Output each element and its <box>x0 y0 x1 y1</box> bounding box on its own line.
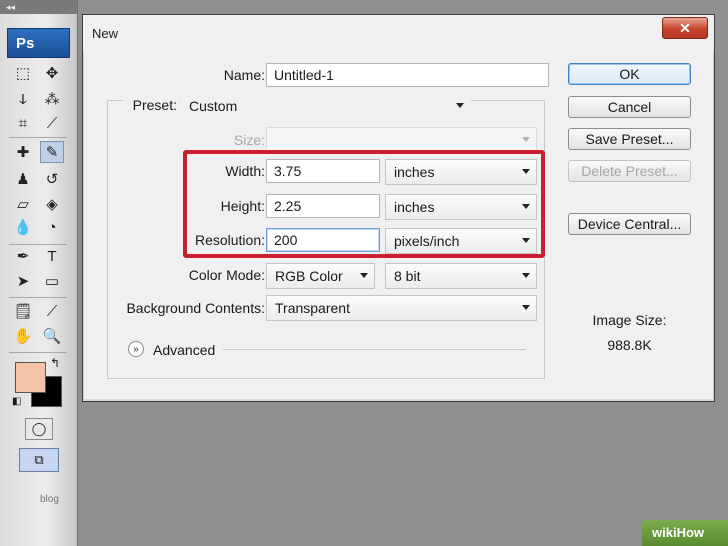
crop-icon[interactable]: ⌗ <box>11 112 35 134</box>
chevron-down-icon <box>360 273 368 278</box>
background-contents-label: Background Contents: <box>126 300 265 316</box>
foreground-color-swatch[interactable] <box>15 362 46 393</box>
new-document-dialog: New ✕ Name: Untitled-1 Preset: Custom Si… <box>82 14 715 402</box>
color-mode-label: Color Mode: <box>188 267 265 283</box>
size-label: Size: <box>233 132 265 148</box>
tools-panel: ◂◂ Ps ⬚ ✥ ↆ ⁂ ⌗ ⟋ ✚ ✎ ♟ ↺ ▱ ◈ 💧 ◔ ✒ T ➤ ▭ 🗒 ⟋ ✋ 🔍 ↰ ◧ ◯ ⧉ blo… <box>0 0 78 546</box>
color-mode-select[interactable]: RGB Color <box>266 263 375 289</box>
shape-icon[interactable]: ▭ <box>40 270 64 292</box>
image-size-value: 988.8K <box>607 337 652 353</box>
path-select-icon[interactable]: ➤ <box>11 270 35 292</box>
screen-mode-icon: ⧉ <box>34 452 44 467</box>
screen-mode-button[interactable]: ⧉ <box>19 448 59 472</box>
bit-depth-value: 8 bit <box>394 268 421 284</box>
history-brush-icon[interactable]: ↺ <box>40 168 64 190</box>
magic-wand-icon[interactable]: ⁂ <box>40 88 64 110</box>
lasso-icon[interactable]: ↆ <box>11 88 35 110</box>
dialog-titlebar[interactable]: New ✕ <box>83 15 714 51</box>
background-contents-select[interactable]: Transparent <box>266 295 537 321</box>
chevron-down-icon <box>522 273 530 278</box>
zoom-icon[interactable]: 🔍 <box>40 325 64 347</box>
blur-icon[interactable]: 💧 <box>11 216 35 238</box>
dialog-edge <box>83 399 714 401</box>
preset-value: Custom <box>189 98 238 114</box>
delete-preset-button[interactable]: Delete Preset... <box>568 160 691 182</box>
swap-colors-icon[interactable]: ↰ <box>50 356 60 370</box>
tool-separator <box>9 244 67 245</box>
rect-marquee-icon[interactable]: ⬚ <box>11 62 35 84</box>
tool-separator <box>9 297 67 298</box>
type-icon[interactable]: T <box>40 245 64 267</box>
eyedropper-icon[interactable]: ⟋ <box>40 300 64 322</box>
ok-button[interactable]: OK <box>568 63 691 85</box>
advanced-label[interactable]: Advanced <box>153 342 215 358</box>
watermark-logo: wikiHow <box>642 520 728 546</box>
footer-text: blog <box>40 494 59 505</box>
preset-select[interactable]: Custom <box>180 93 471 119</box>
dodge-icon[interactable]: ◔ <box>40 216 64 238</box>
eraser-icon[interactable]: ▱ <box>11 193 35 215</box>
device-central-button[interactable]: Device Central... <box>568 213 691 235</box>
chevron-double-down-icon: » <box>133 344 139 355</box>
panel-collapse-grip[interactable]: ◂◂ <box>0 0 77 14</box>
close-button[interactable]: ✕ <box>662 17 708 39</box>
preset-label: Preset: <box>123 97 179 113</box>
image-size-label: Image Size: <box>592 312 667 328</box>
healing-brush-icon[interactable]: ✚ <box>11 141 35 163</box>
cancel-button[interactable]: Cancel <box>568 96 691 118</box>
name-input[interactable]: Untitled-1 <box>266 63 549 87</box>
chevron-down-icon <box>522 305 530 310</box>
photoshop-logo[interactable]: Ps <box>7 28 70 58</box>
advanced-toggle[interactable]: » <box>128 341 144 357</box>
pen-icon[interactable]: ✒ <box>11 245 35 267</box>
tool-separator <box>9 137 67 138</box>
tool-separator <box>9 352 67 353</box>
close-icon: ✕ <box>679 19 691 36</box>
notes-icon[interactable]: 🗒 <box>11 300 35 322</box>
dialog-title: New <box>92 26 119 41</box>
slice-icon[interactable]: ⟋ <box>40 112 64 134</box>
hand-icon[interactable]: ✋ <box>11 325 35 347</box>
chevron-down-icon <box>522 137 530 142</box>
save-preset-button[interactable]: Save Preset... <box>568 128 691 150</box>
name-label: Name: <box>223 67 265 83</box>
background-contents-value: Transparent <box>275 300 350 316</box>
brush-icon[interactable]: ✎ <box>40 141 64 163</box>
advanced-divider <box>223 349 526 350</box>
highlight-annotation <box>183 150 545 258</box>
bit-depth-select[interactable]: 8 bit <box>385 263 537 289</box>
quick-mask-icon: ◯ <box>31 421 47 436</box>
color-mode-value: RGB Color <box>275 268 343 284</box>
chevron-down-icon <box>456 103 464 108</box>
default-colors-icon[interactable]: ◧ <box>12 396 21 407</box>
clone-stamp-icon[interactable]: ♟ <box>11 168 35 190</box>
paint-bucket-icon[interactable]: ◈ <box>40 193 64 215</box>
quick-mask-button[interactable]: ◯ <box>25 418 53 440</box>
move-icon[interactable]: ✥ <box>40 62 64 84</box>
